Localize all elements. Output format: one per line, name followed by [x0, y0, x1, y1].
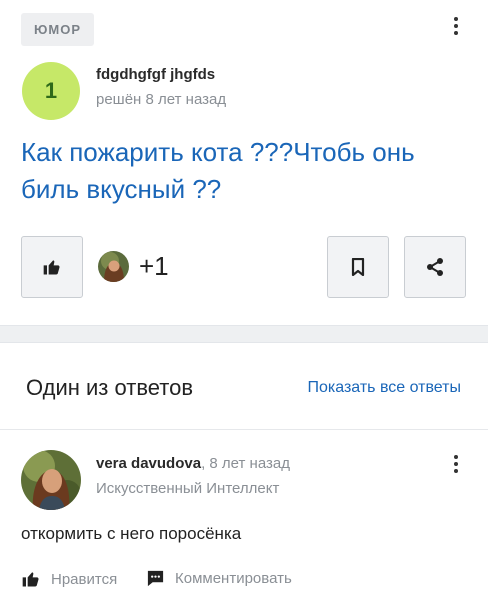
like-button[interactable]: [21, 236, 83, 298]
question-more-icon[interactable]: [444, 14, 468, 38]
answer-card: Один из ответов Показать все ответы vera…: [0, 342, 488, 604]
answer-text: откормить с него поросёнка: [21, 524, 242, 543]
show-all-answers-link[interactable]: Показать все ответы: [307, 379, 461, 397]
question-author[interactable]: fdgdhgfgf jhgfds: [96, 66, 215, 83]
bookmark-icon: [351, 258, 365, 276]
thumbs-up-icon: [22, 572, 39, 587]
bookmark-button[interactable]: [327, 236, 389, 298]
question-card: ЮМОР 1 fdgdhgfgf jhgfds решён 8 лет наза…: [0, 0, 488, 326]
answer-author-rank: Искусственный Интеллект: [96, 480, 280, 497]
thumbs-up-icon: [43, 260, 60, 275]
answer-comment-button[interactable]: Комментировать: [146, 569, 292, 588]
answer-comment-label: Комментировать: [175, 570, 292, 587]
answer-avatar[interactable]: [21, 450, 81, 510]
liker-avatar[interactable]: [98, 251, 129, 282]
author-level-badge[interactable]: 1: [22, 62, 80, 120]
answer-like-button[interactable]: Нравится: [21, 569, 117, 589]
comment-icon: [147, 570, 164, 587]
share-button[interactable]: [404, 236, 466, 298]
answer-meta: vera davudova, 8 лет назад: [96, 455, 290, 472]
likes-count: +1: [139, 251, 169, 281]
category-tag[interactable]: ЮМОР: [21, 13, 95, 46]
question-title[interactable]: Как пожарить кота ???Чтобь онь биль вкус…: [21, 134, 461, 208]
answer-like-label: Нравится: [51, 570, 118, 588]
answer-time: , 8 лет назад: [201, 455, 290, 472]
question-status: решён 8 лет назад: [96, 91, 227, 108]
answers-heading: Один из ответов: [26, 375, 194, 400]
divider: [0, 429, 488, 430]
answer-author[interactable]: vera davudova: [96, 455, 201, 472]
answer-more-icon[interactable]: [444, 452, 468, 476]
share-icon: [427, 258, 443, 276]
